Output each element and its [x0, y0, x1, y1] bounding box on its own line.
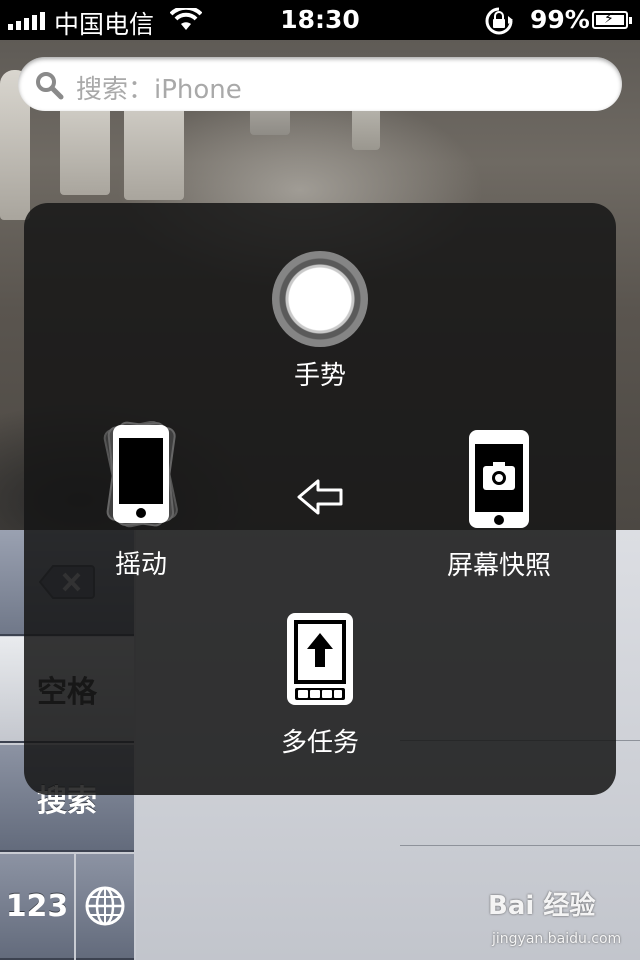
numbers-key[interactable]: 123 — [0, 854, 74, 960]
back-arrow-icon[interactable] — [296, 477, 344, 517]
search-icon — [36, 72, 64, 100]
shake-button[interactable]: 摇动 — [76, 420, 206, 581]
shake-label: 摇动 — [114, 550, 167, 580]
multitask-label: 多任务 — [280, 728, 359, 758]
screenshot-label: 屏幕快照 — [446, 551, 551, 581]
screenshot-button[interactable]: 屏幕快照 — [434, 428, 564, 582]
battery-percentage: 99% — [530, 5, 590, 34]
baidu-jingyan-watermark: Bai 经验 jingyan.baidu.com — [488, 885, 628, 950]
shake-phone-icon — [103, 420, 178, 528]
watermark-brand: Bai 经验 — [488, 891, 596, 921]
gesture-circle-icon — [272, 251, 368, 347]
globe-icon — [85, 886, 125, 926]
camera-phone-icon — [469, 430, 529, 528]
rotation-lock-icon — [485, 7, 513, 35]
multitask-button[interactable]: 多任务 — [260, 611, 380, 759]
globe-key[interactable] — [76, 854, 134, 960]
assistive-touch-menu: 手势 摇动 屏幕快照 多任务 — [24, 203, 616, 795]
watermark-url: jingyan.baidu.com — [492, 931, 622, 947]
multitask-phone-icon — [287, 613, 353, 705]
gesture-button[interactable]: 手势 — [260, 251, 380, 392]
battery-charging-icon: ⚡ — [592, 11, 632, 29]
gesture-label: 手势 — [293, 361, 346, 391]
status-bar: 中国电信 18:30 99% ⚡ — [0, 0, 640, 40]
search-bar[interactable]: 搜索：iPhone — [18, 57, 622, 111]
search-input[interactable]: 搜索：iPhone — [76, 69, 242, 106]
